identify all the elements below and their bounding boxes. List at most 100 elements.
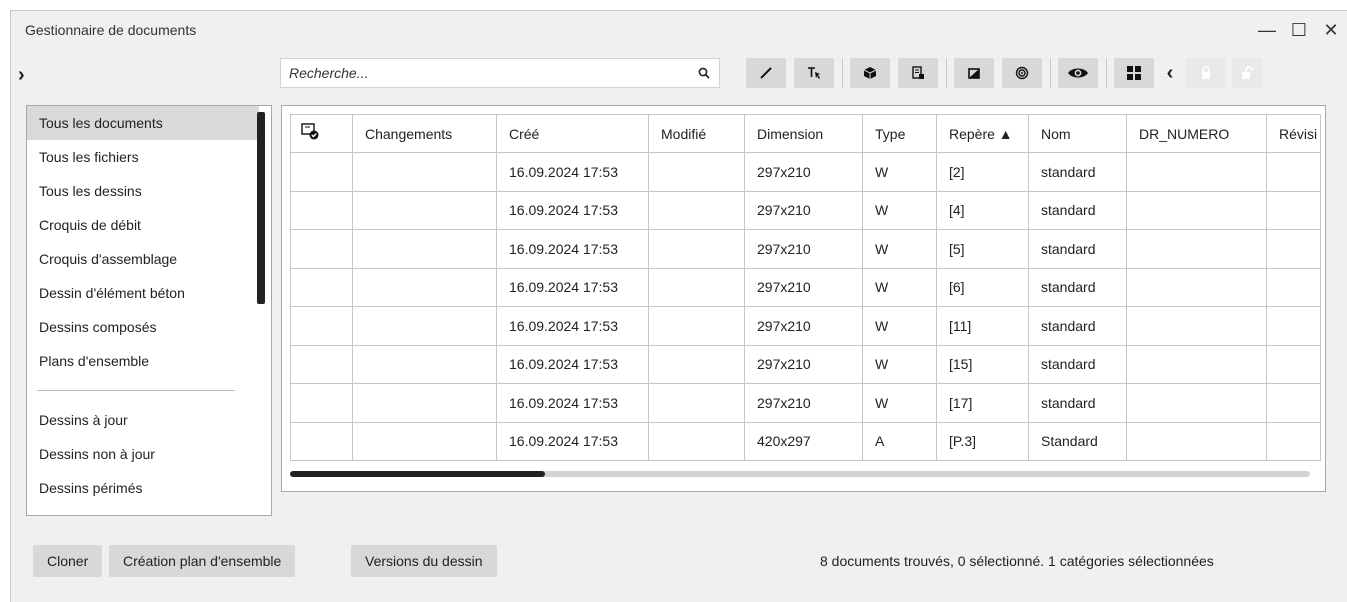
search-box [280,58,720,88]
cell-dr-numero [1126,152,1267,192]
window-title: Gestionnaire de documents [25,22,197,38]
sidebar-item-expired-drawings[interactable]: Dessins périmés [27,471,259,505]
table-row[interactable]: 16.09.2024 17:53 297x210 W [4] standard [290,190,1321,230]
toolbar-separator [842,58,843,88]
document-check-icon [301,123,319,140]
select-tool-button[interactable] [794,58,834,88]
cell-status [290,190,353,230]
table-row[interactable]: 16.09.2024 17:53 297x210 W [11] standard [290,306,1321,346]
cell-mark: [5] [936,229,1029,269]
drawing-versions-button[interactable]: Versions du dessin [351,545,497,577]
cell-status [290,229,353,269]
horizontal-scrollbar[interactable] [290,471,1310,477]
create-general-plan-button[interactable]: Création plan d'ensemble [109,545,296,577]
layout-tool-button[interactable] [954,58,994,88]
sidebar-item-assembly-sketches[interactable]: Croquis d'assemblage [27,242,259,276]
cell-type: W [862,383,937,423]
cell-status [290,383,353,423]
preview-button[interactable] [1058,58,1098,88]
unlock-icon [1242,66,1253,79]
column-header-mark[interactable]: Repère ▲ [936,114,1029,153]
close-button[interactable]: ✕ [1315,11,1347,49]
column-header-type[interactable]: Type [862,114,937,153]
cell-name: standard [1028,152,1127,192]
minimize-button[interactable]: — [1251,11,1283,49]
table-row[interactable]: 16.09.2024 17:53 420x297 A [P.3] Standar… [290,421,1321,461]
cell-modified [648,267,745,307]
toolbar-separator [1050,58,1051,88]
cell-dimension: 297x210 [744,267,863,307]
document-table: Changements Créé Modifié Dimension Type … [290,114,1321,461]
cell-modified [648,383,745,423]
column-header-revision[interactable]: Révisi [1266,114,1321,153]
cell-status [290,152,353,192]
sidebar-item-up-to-date-drawings[interactable]: Dessins à jour [27,403,259,437]
status-text: 8 documents trouvés, 0 sélectionné. 1 ca… [820,553,1214,569]
expand-panel-chevron-icon[interactable]: › [18,64,25,87]
cell-mark: [17] [936,383,1029,423]
document-table-panel: Changements Créé Modifié Dimension Type … [281,105,1326,492]
cell-dimension: 297x210 [744,190,863,230]
cell-changes [352,190,497,230]
column-header-name[interactable]: Nom [1028,114,1127,153]
cell-type: W [862,190,937,230]
title-bar: Gestionnaire de documents [11,11,1347,49]
cell-revision [1266,344,1321,384]
sidebar-divider [37,390,235,391]
sidebar-item-all-drawings[interactable]: Tous les dessins [27,174,259,208]
sidebar-item-all-files[interactable]: Tous les fichiers [27,140,259,174]
lock-button[interactable] [1186,58,1226,88]
cell-mark: [P.3] [936,421,1029,461]
search-icon[interactable] [689,67,719,79]
lock-icon [1202,66,1210,79]
clone-button[interactable]: Cloner [33,545,103,577]
sidebar-scrollbar[interactable] [257,112,265,304]
sidebar-item-composed-drawings[interactable]: Dessins composés [27,310,259,344]
sidebar-item-outdated-drawings[interactable]: Dessins non à jour [27,437,259,471]
draw-line-tool-button[interactable] [746,58,786,88]
cell-changes [352,306,497,346]
table-row[interactable]: 16.09.2024 17:53 297x210 W [2] standard [290,152,1321,192]
cell-created: 16.09.2024 17:53 [496,267,649,307]
grid-view-button[interactable] [1114,58,1154,88]
cell-name: Standard [1028,421,1127,461]
maximize-button[interactable]: ☐ [1283,11,1315,49]
cell-modified [648,152,745,192]
table-row[interactable]: 16.09.2024 17:53 297x210 W [5] standard [290,229,1321,269]
cell-revision [1266,421,1321,461]
cell-modified [648,306,745,346]
table-row[interactable]: 16.09.2024 17:53 297x210 W [17] standard [290,383,1321,423]
column-header-dr-numero[interactable]: DR_NUMERO [1126,114,1267,153]
target-tool-button[interactable] [1002,58,1042,88]
table-row[interactable]: 16.09.2024 17:53 297x210 W [6] standard [290,267,1321,307]
3d-view-button[interactable] [850,58,890,88]
document-list-icon [912,66,924,79]
eye-icon [1068,68,1088,78]
cell-modified [648,229,745,269]
unlock-button[interactable] [1232,58,1262,88]
sidebar-item-concrete-element-drawing[interactable]: Dessin d'élément béton [27,276,259,310]
cell-status [290,306,353,346]
document-list-button[interactable] [898,58,938,88]
horizontal-scrollbar-thumb[interactable] [290,471,545,477]
sidebar-item-cutting-sketches[interactable]: Croquis de débit [27,208,259,242]
column-header-created[interactable]: Créé [496,114,649,153]
toolbar-collapse-chevron-icon[interactable]: ‹ [1160,58,1180,88]
sidebar-item-all-documents[interactable]: Tous les documents [27,106,259,140]
sidebar-item-general-plans[interactable]: Plans d'ensemble [27,344,259,378]
cell-status [290,267,353,307]
column-header-dimension[interactable]: Dimension [744,114,863,153]
cell-type: W [862,344,937,384]
cell-dimension: 297x210 [744,152,863,192]
cell-mark: [4] [936,190,1029,230]
cell-dimension: 297x210 [744,306,863,346]
column-header-modified[interactable]: Modifié [648,114,745,153]
cell-changes [352,421,497,461]
cell-created: 16.09.2024 17:53 [496,306,649,346]
cell-created: 16.09.2024 17:53 [496,383,649,423]
window-controls: — ☐ ✕ [1251,11,1347,49]
column-header-status[interactable] [290,114,353,153]
column-header-changes[interactable]: Changements [352,114,497,153]
search-input[interactable] [289,65,689,81]
table-row[interactable]: 16.09.2024 17:53 297x210 W [15] standard [290,344,1321,384]
